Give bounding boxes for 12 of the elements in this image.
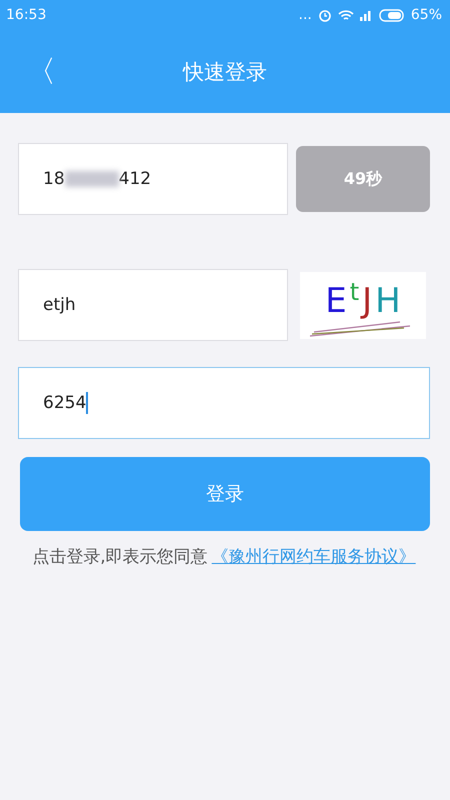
more-indicator: ... — [298, 7, 312, 23]
status-time: 16:53 — [6, 7, 46, 23]
agreement-text: 点击登录,即表示您同意 — [32, 546, 208, 568]
wifi-icon — [338, 8, 354, 22]
captcha-field[interactable]: etjh — [18, 269, 288, 341]
battery-percent: 65% — [410, 7, 442, 23]
alarm-icon — [318, 8, 332, 22]
signal-icon — [360, 9, 373, 21]
phone-field[interactable]: 18 412 — [18, 143, 288, 215]
sms-code-field[interactable]: 6254 — [18, 367, 430, 439]
battery-icon — [378, 8, 405, 22]
page-title: 快速登录 — [183, 58, 267, 86]
